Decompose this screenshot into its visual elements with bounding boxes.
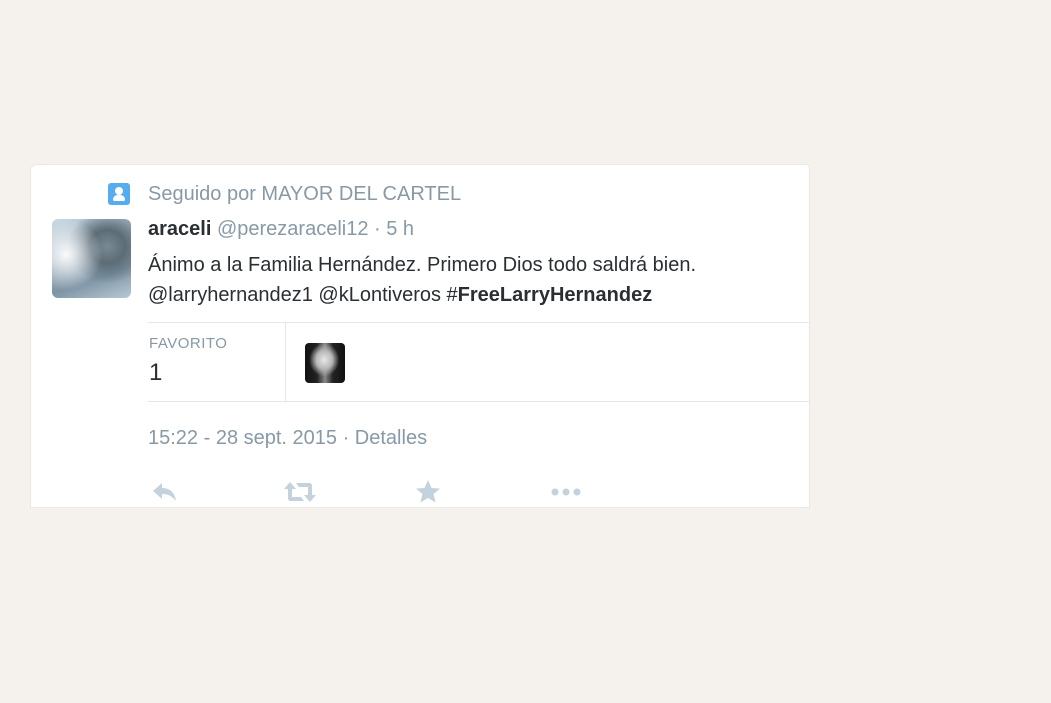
followed-by-row: Seguido por MAYOR DEL CARTEL xyxy=(108,182,461,206)
tweet-text-line: Ánimo a la Familia Hernández. Primero Di… xyxy=(148,254,697,276)
favorites-stat[interactable]: FAVORITO 1 xyxy=(148,323,286,401)
header-separator: · xyxy=(374,218,381,240)
mention-link[interactable]: @larryhernandez1 xyxy=(148,284,313,306)
more-icon[interactable] xyxy=(548,479,584,505)
person-icon xyxy=(108,183,130,205)
star-icon[interactable] xyxy=(414,479,442,505)
tweet-text: Ánimo a la Familia Hernández. Primero Di… xyxy=(148,250,809,310)
favorites-label: FAVORITO xyxy=(149,335,228,352)
hash-symbol: # xyxy=(446,284,458,306)
tweet-text-line: @larryhernandez1 @kLontiveros #FreeLarry… xyxy=(148,280,809,310)
favorites-count: 1 xyxy=(149,359,163,386)
retweet-icon[interactable] xyxy=(282,479,318,505)
mention-link[interactable]: @kLontiveros xyxy=(318,284,441,306)
reply-icon[interactable] xyxy=(150,479,180,505)
hashtag-text: FreeLarryHernandez xyxy=(457,284,653,306)
tweet-datetime[interactable]: 15:22 - 28 sept. 2015 · Detalles xyxy=(148,427,427,450)
user-name[interactable]: araceli xyxy=(148,218,211,240)
user-handle[interactable]: @perezaraceli12 xyxy=(217,218,369,240)
tweet-stats: FAVORITO 1 xyxy=(148,322,809,402)
avatar[interactable] xyxy=(52,219,131,298)
followed-by-text[interactable]: Seguido por MAYOR DEL CARTEL xyxy=(148,183,461,206)
tweet-card: Seguido por MAYOR DEL CARTEL araceli @pe… xyxy=(31,165,809,507)
tweet-header: araceli @perezaraceli12 · 5 h xyxy=(148,218,414,241)
tweet-time[interactable]: 5 h xyxy=(386,218,414,240)
favoriter-avatar[interactable] xyxy=(305,343,345,383)
hashtag-link[interactable]: #FreeLarryHernandez xyxy=(447,284,653,306)
